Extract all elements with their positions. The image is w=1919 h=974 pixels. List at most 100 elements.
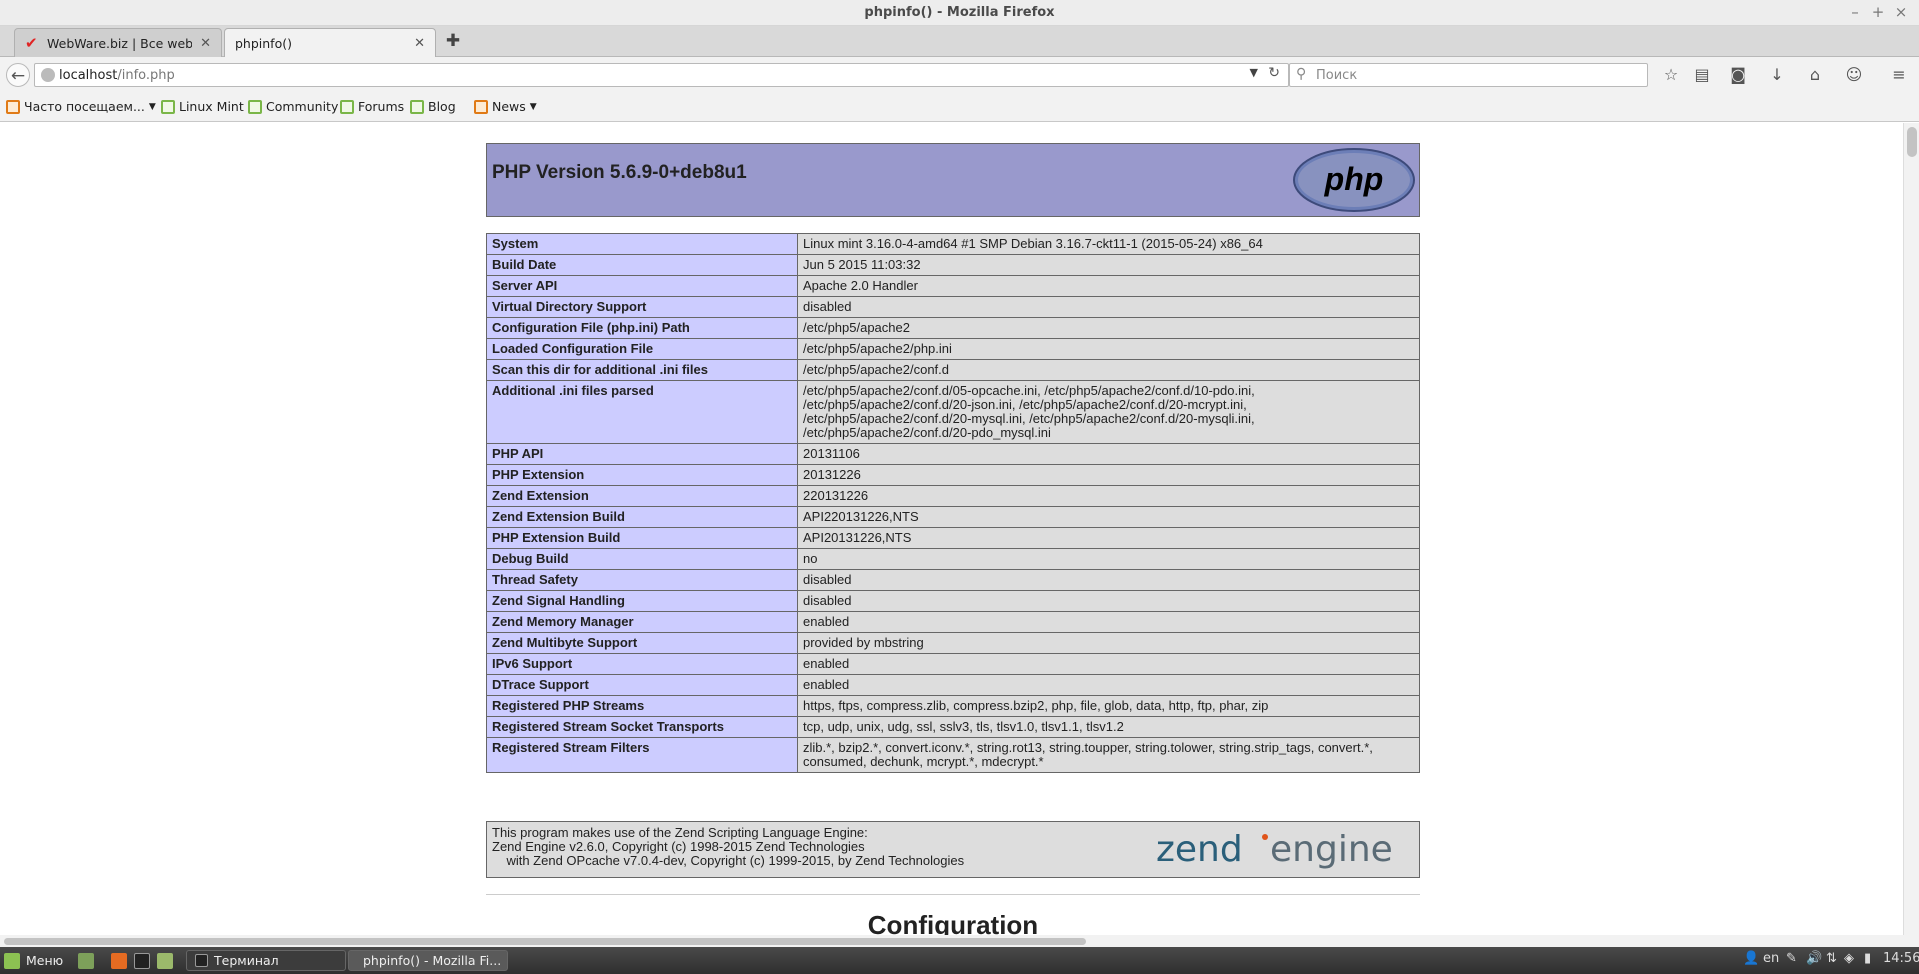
rss-feed-icon <box>474 99 488 114</box>
row-value: API220131226,NTS <box>797 506 1420 528</box>
show-desktop-icon[interactable] <box>78 950 100 971</box>
row-value: /etc/php5/apache2 <box>797 317 1420 339</box>
bookmark-label: Blog <box>428 99 456 114</box>
user-icon[interactable]: 👤 <box>1743 951 1759 966</box>
bookmark-community[interactable]: Community <box>248 99 338 114</box>
download-icon[interactable]: ↓ <box>1765 63 1789 87</box>
row-key: Zend Signal Handling <box>486 590 798 612</box>
site-info-icon[interactable] <box>41 68 55 82</box>
table-row: PHP Extension Build API20131226,NTS <box>486 527 1420 549</box>
taskbar-window-terminal[interactable]: Терминал <box>186 950 346 971</box>
battery-icon[interactable]: ▮ <box>1864 951 1871 966</box>
minimize-icon[interactable]: – <box>1845 3 1865 21</box>
row-value: 20131226 <box>797 464 1420 486</box>
row-value: enabled <box>797 674 1420 696</box>
row-value: 220131226 <box>797 485 1420 507</box>
row-key: Additional .ini files parsed <box>486 380 798 444</box>
tab-webware[interactable]: ✔ WebWare.biz | Все web-... ✕ <box>14 28 222 57</box>
row-value: Jun 5 2015 11:03:32 <box>797 254 1420 276</box>
row-value: 20131106 <box>797 443 1420 465</box>
mint-leaf-icon <box>410 99 424 114</box>
bookmark-blog[interactable]: Blog <box>410 99 456 114</box>
scrollbar-thumb[interactable] <box>4 938 1086 945</box>
reload-icon[interactable]: ↻ <box>1268 65 1280 81</box>
bookmark-linux-mint[interactable]: Linux Mint <box>161 99 244 114</box>
network-tool-icon[interactable]: ✎ <box>1786 951 1797 966</box>
row-key: PHP Extension <box>486 464 798 486</box>
php-logo: php <box>1293 148 1415 212</box>
row-key: DTrace Support <box>486 674 798 696</box>
page-content: PHP Version 5.6.9-0+deb8u1 php System Lin… <box>0 123 1903 935</box>
vertical-scrollbar[interactable] <box>1903 123 1919 935</box>
table-row: Zend Extension 220131226 <box>486 485 1420 507</box>
reading-list-icon[interactable]: ▤ <box>1690 63 1714 87</box>
table-row: Configuration File (php.ini) Path/etc/ph… <box>486 317 1420 339</box>
table-row: Registered PHP Streams https, ftps, compr… <box>486 695 1420 717</box>
folder-icon <box>6 99 20 114</box>
row-key: Loaded Configuration File <box>486 338 798 360</box>
files-launcher-icon[interactable] <box>157 950 179 971</box>
scrollbar-thumb[interactable] <box>1907 127 1917 157</box>
update-shield-icon[interactable]: ◈ <box>1844 951 1854 966</box>
hamburger-menu-icon[interactable]: ≡ <box>1887 63 1911 87</box>
row-key: IPv6 Support <box>486 653 798 675</box>
row-value: https, ftps, compress.zlib, compress.bzi… <box>797 695 1420 717</box>
tab-phpinfo[interactable]: phpinfo() ✕ <box>224 28 436 58</box>
row-key: Server API <box>486 275 798 297</box>
bookmark-forums[interactable]: Forums <box>340 99 404 114</box>
url-host: localhost <box>59 67 118 83</box>
bookmark-label: News <box>492 99 526 114</box>
table-row: DTrace Support enabled <box>486 674 1420 696</box>
svg-text:php: php <box>1324 161 1384 197</box>
row-value: /etc/php5/apache2/conf.d <box>797 359 1420 381</box>
bookmark-star-icon[interactable]: ☆ <box>1659 63 1683 87</box>
close-tab-icon[interactable]: ✕ <box>414 36 425 51</box>
chevron-down-icon[interactable]: ▼ <box>1250 66 1258 79</box>
table-row: Loaded Configuration File/etc/php5/apach… <box>486 338 1420 360</box>
start-menu-button[interactable]: Меню <box>4 950 63 971</box>
new-tab-icon[interactable]: ✚ <box>442 30 464 52</box>
table-row: Build Date Jun 5 2015 11:03:32 <box>486 254 1420 276</box>
row-value: API20131226,NTS <box>797 527 1420 549</box>
row-key: Build Date <box>486 254 798 276</box>
volume-icon[interactable]: 🔊 <box>1806 951 1822 966</box>
row-key: Zend Multibyte Support <box>486 632 798 654</box>
table-row: Scan this dir for additional .ini files /… <box>486 359 1420 381</box>
keyboard-layout[interactable]: en <box>1763 951 1779 966</box>
network-icon[interactable]: ⇅ <box>1826 951 1837 966</box>
address-bar[interactable]: localhost/info.php ▼ ↻ <box>34 63 1289 87</box>
horizontal-scrollbar[interactable] <box>0 935 1919 947</box>
chat-icon[interactable]: ☺ <box>1842 63 1866 87</box>
maximize-icon[interactable]: + <box>1868 3 1888 21</box>
row-value: disabled <box>797 590 1420 612</box>
window-label: Терминал <box>214 953 279 968</box>
row-key: Zend Extension Build <box>486 506 798 528</box>
close-tab-icon[interactable]: ✕ <box>200 36 211 51</box>
row-value: Linux mint 3.16.0-4-amd64 #1 SMP Debian … <box>797 233 1420 255</box>
terminal-icon <box>195 954 208 967</box>
clock[interactable]: 14:56 <box>1883 951 1919 966</box>
row-key: Zend Memory Manager <box>486 611 798 633</box>
row-value: no <box>797 548 1420 570</box>
terminal-launcher-icon[interactable] <box>134 950 156 971</box>
zend-engine-box: This program makes use of the Zend Scrip… <box>486 821 1420 878</box>
row-key: Registered Stream Filters <box>486 737 798 773</box>
bookmark-most-visited[interactable]: Часто посещаем... ▼ <box>6 99 156 114</box>
svg-text:engine: engine <box>1270 829 1393 870</box>
home-icon[interactable]: ⌂ <box>1803 63 1827 87</box>
bookmark-news[interactable]: News ▼ <box>474 99 537 114</box>
taskbar-window-firefox[interactable]: phpinfo() - Mozilla Fi... <box>348 950 508 971</box>
search-input[interactable]: ⚲ Поиск <box>1289 63 1648 87</box>
table-row: Zend Signal Handling disabled <box>486 590 1420 612</box>
firefox-launcher-icon[interactable] <box>111 950 133 971</box>
table-row: Zend Multibyte Support provided by mbstri… <box>486 632 1420 654</box>
svg-text:zend: zend <box>1156 829 1243 870</box>
pocket-icon[interactable]: ◙ <box>1726 63 1750 87</box>
close-window-icon[interactable]: × <box>1891 3 1911 21</box>
table-row: Virtual Directory Support disabled <box>486 296 1420 318</box>
row-value: Apache 2.0 Handler <box>797 275 1420 297</box>
back-arrow-icon[interactable]: ← <box>6 63 30 87</box>
table-row: Debug Build no <box>486 548 1420 570</box>
row-value: enabled <box>797 611 1420 633</box>
php-info-table: System Linux mint 3.16.0-4-amd64 #1 SMP D… <box>486 233 1420 773</box>
